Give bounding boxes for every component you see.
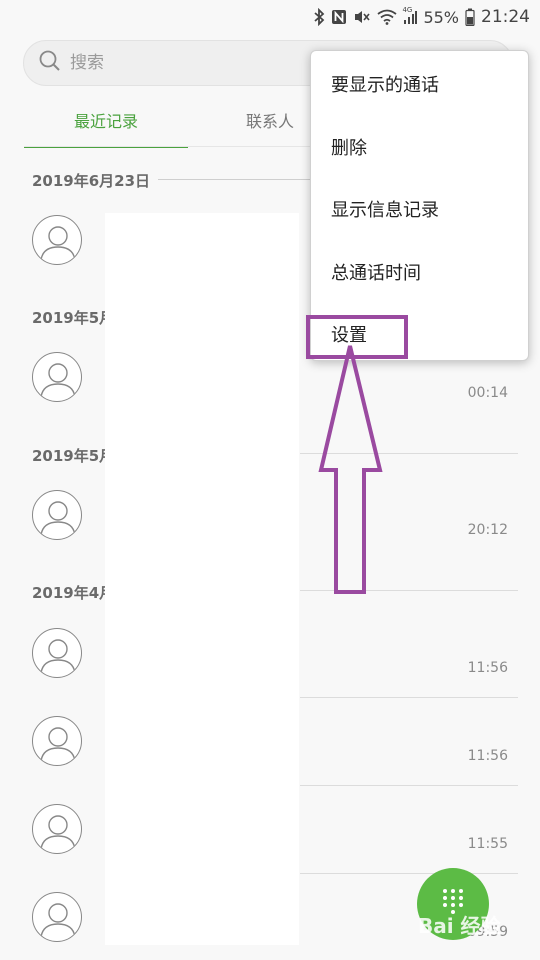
contact-avatar-icon[interactable] [32, 352, 82, 402]
call-time: 00:14 [467, 385, 508, 401]
bluetooth-icon [313, 8, 325, 26]
menu-item-show-message-log[interactable]: 显示信息记录 [331, 196, 439, 222]
watermark-text: Bai 经验 [418, 914, 501, 938]
call-time: 11:56 [467, 660, 508, 676]
contact-avatar-icon[interactable] [32, 892, 82, 942]
contact-avatar-icon[interactable] [32, 716, 82, 766]
date-header: 2019年5月 [32, 447, 115, 465]
date-header: 2019年5月 [32, 309, 115, 327]
date-header: 2019年4月 [32, 584, 115, 602]
nfc-icon [331, 9, 347, 25]
menu-item-calls-to-show[interactable]: 要显示的通话 [331, 71, 439, 97]
date-header: 2019年6月23日 [32, 172, 151, 190]
call-time: 11:56 [467, 748, 508, 764]
call-time: 20:12 [467, 522, 508, 538]
redacted-area [105, 213, 299, 945]
contact-avatar-icon[interactable] [32, 215, 82, 265]
status-bar: 4G 55% 21:24 [0, 0, 540, 34]
battery-icon [465, 8, 475, 26]
call-time: 11:55 [467, 836, 508, 852]
cell-signal-icon: 4G [402, 6, 418, 25]
clock: 21:24 [481, 7, 530, 27]
row-divider [300, 785, 518, 786]
menu-item-total-call-time[interactable]: 总通话时间 [331, 259, 421, 285]
battery-percent: 55% [423, 7, 459, 27]
arrow-up-icon [318, 345, 383, 594]
row-divider [300, 697, 518, 698]
network-type-label: 4G [402, 6, 413, 14]
tab-recent[interactable]: 最近记录 [24, 96, 188, 148]
search-icon [38, 49, 62, 77]
baidu-watermark: Bai 经验 [418, 910, 501, 939]
contact-avatar-icon[interactable] [32, 628, 82, 678]
contact-avatar-icon[interactable] [32, 804, 82, 854]
search-input[interactable] [68, 52, 272, 74]
mute-icon [353, 9, 371, 25]
row-divider [300, 873, 518, 874]
wifi-icon [377, 9, 397, 25]
menu-item-delete[interactable]: 删除 [331, 134, 367, 160]
contact-avatar-icon[interactable] [32, 490, 82, 540]
